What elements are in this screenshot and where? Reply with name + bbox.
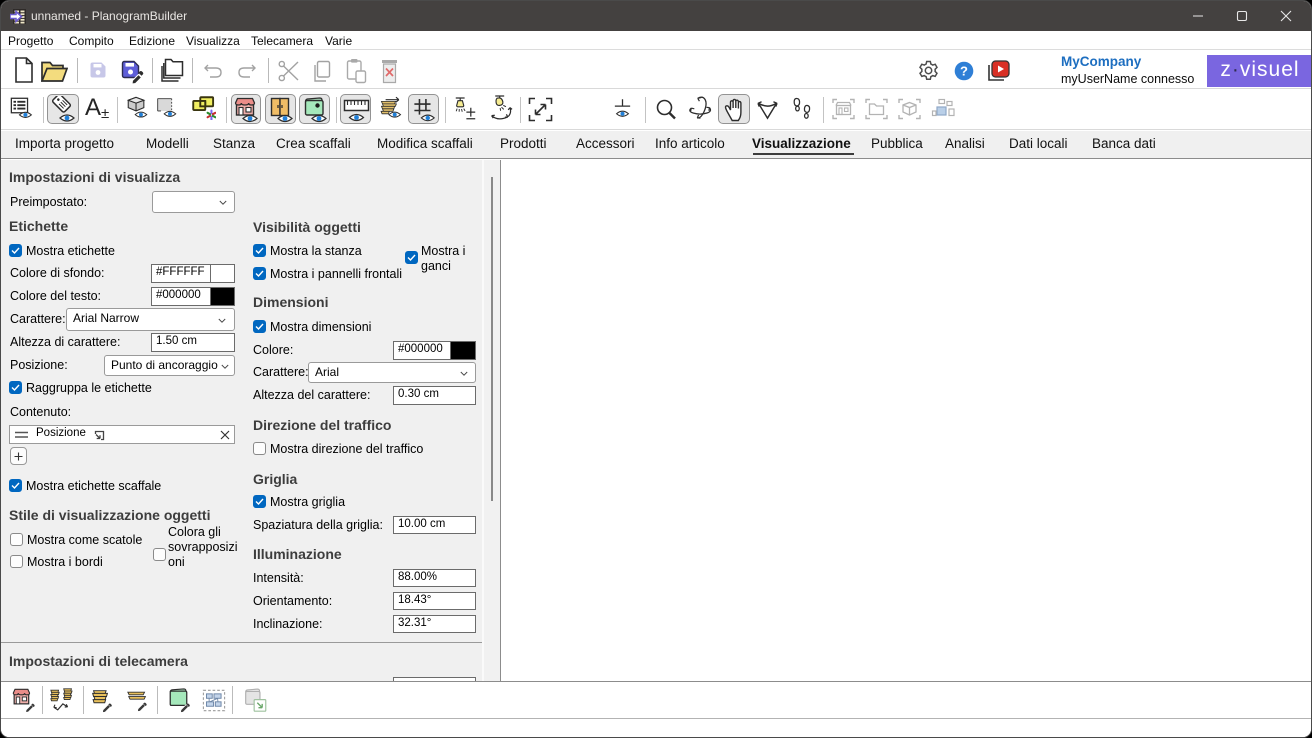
svg-text:?: ? [960,64,968,79]
